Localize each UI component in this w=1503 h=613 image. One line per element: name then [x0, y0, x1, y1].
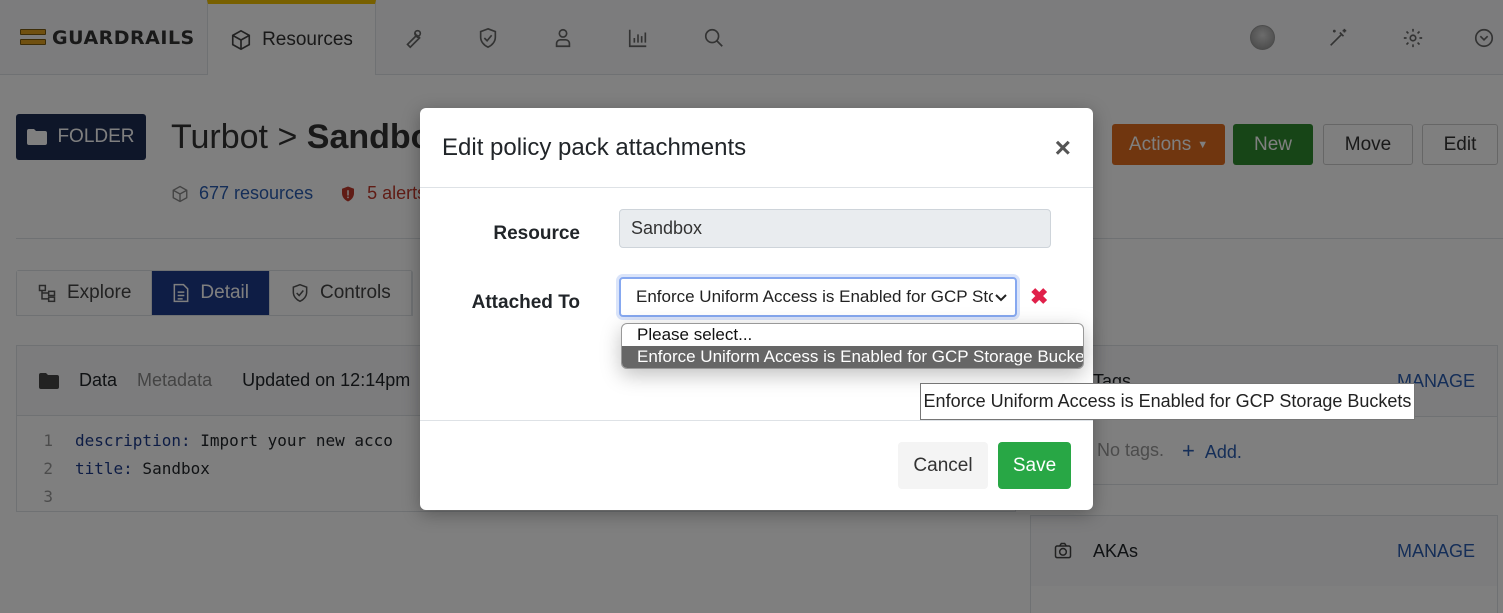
close-icon[interactable]: ×	[1055, 132, 1071, 164]
attached-to-options-list: Please select... Enforce Uniform Access …	[621, 323, 1084, 369]
attached-to-label: Attached To	[471, 292, 580, 313]
attached-to-select[interactable]: Enforce Uniform Access is Enabled for GC…	[619, 277, 1017, 317]
save-button[interactable]: Save	[998, 442, 1071, 489]
attached-to-value: Enforce Uniform Access is Enabled for GC…	[636, 287, 993, 306]
modal-header: Edit policy pack attachments ×	[420, 108, 1093, 188]
chevron-down-icon	[993, 289, 1009, 305]
edit-policy-pack-modal: Edit policy pack attachments × Resource …	[420, 108, 1093, 510]
modal-title: Edit policy pack attachments	[442, 133, 747, 161]
modal-footer: Cancel Save	[420, 420, 1093, 510]
remove-attachment-icon[interactable]: ✖	[1030, 284, 1048, 310]
option-gcp-storage-buckets[interactable]: Enforce Uniform Access is Enabled for GC…	[622, 346, 1083, 368]
option-tooltip: Enforce Uniform Access is Enabled for GC…	[920, 383, 1415, 420]
option-placeholder[interactable]: Please select...	[622, 324, 1083, 346]
resource-value: Sandbox	[631, 218, 703, 238]
resource-label: Resource	[493, 223, 580, 244]
resource-field: Sandbox	[619, 209, 1051, 248]
cancel-button[interactable]: Cancel	[898, 442, 988, 489]
